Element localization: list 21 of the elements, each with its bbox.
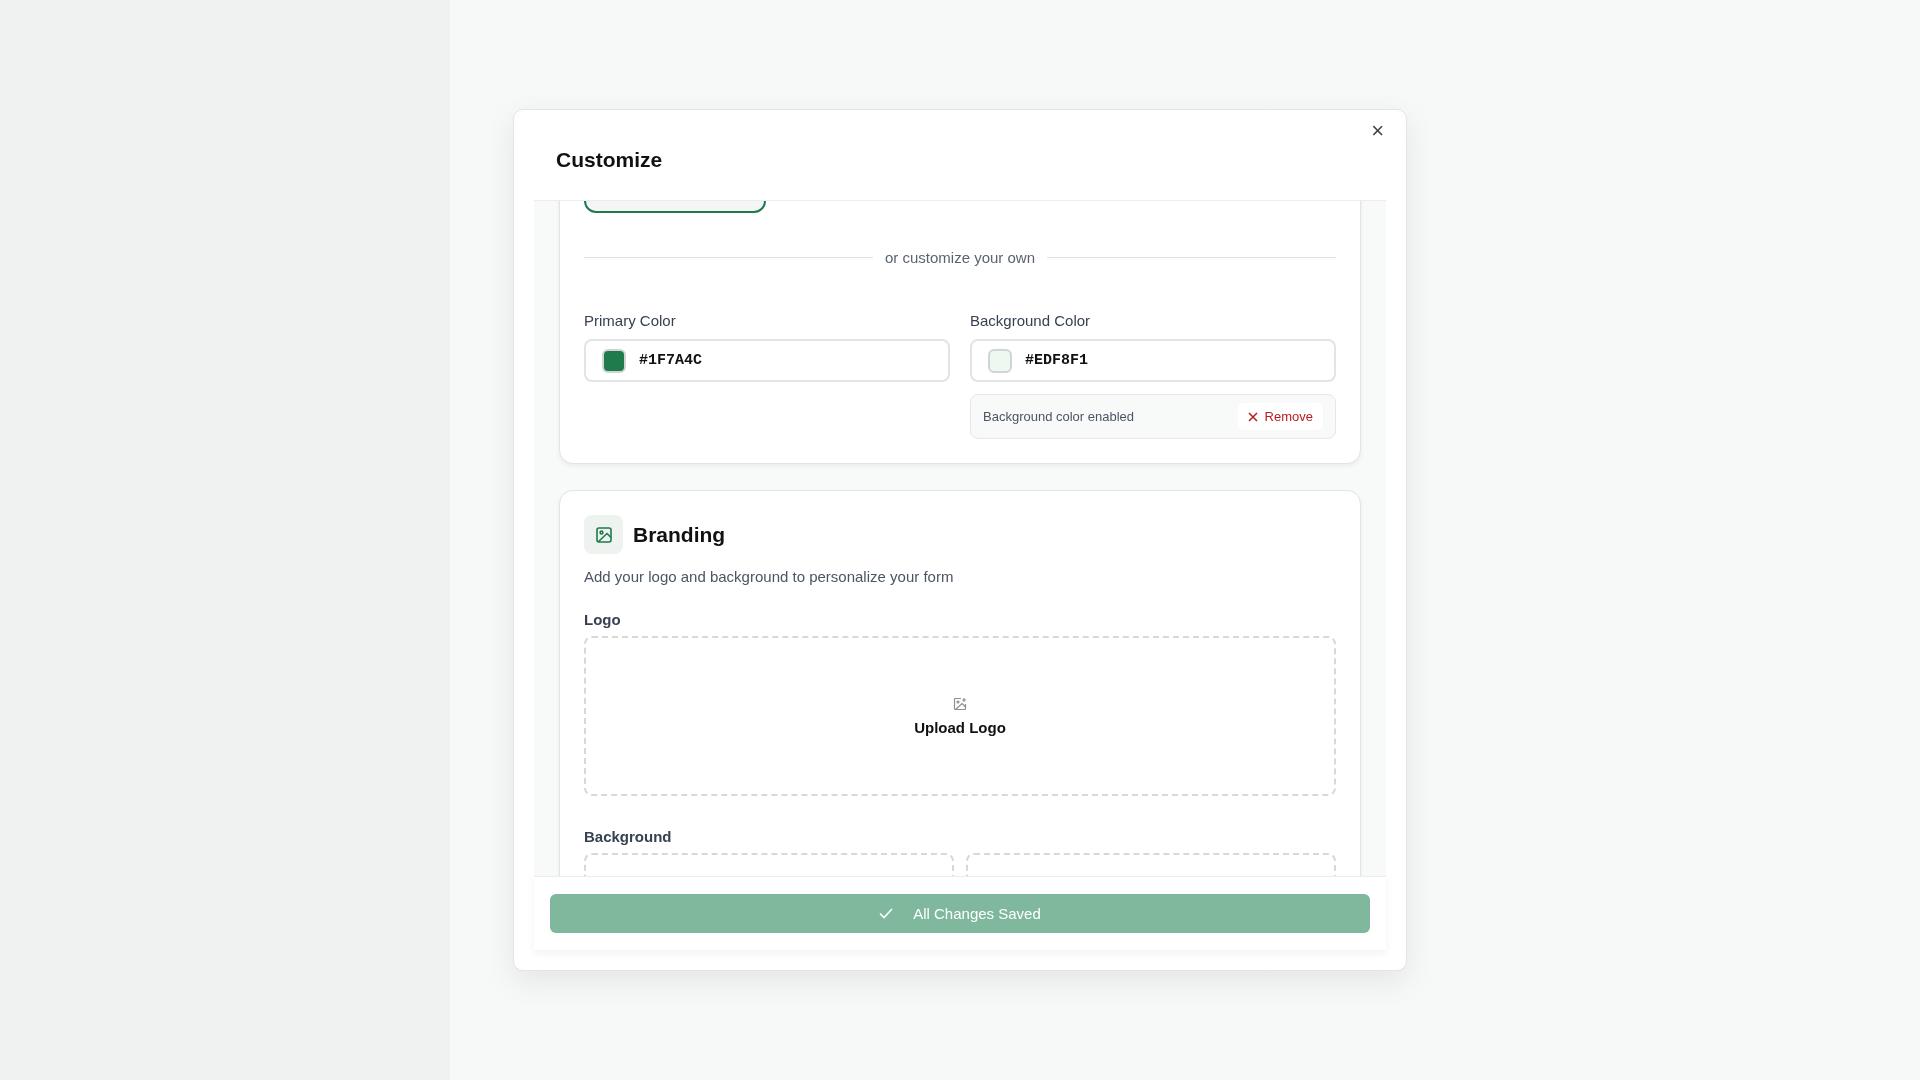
- status-text: Background color enabled: [983, 409, 1135, 424]
- color-input[interactable]: #1F7A4C: [584, 339, 950, 382]
- x-icon: [1247, 411, 1258, 422]
- background-label: Background: [584, 828, 673, 845]
- close-button[interactable]: ×: [1363, 114, 1392, 148]
- color-swatch[interactable]: [988, 348, 1012, 373]
- image-icon: [584, 515, 623, 554]
- remove-button[interactable]: Remove: [1237, 403, 1323, 430]
- logo-dropzone[interactable]: Upload Logo: [584, 636, 1336, 796]
- color-swatch[interactable]: [602, 348, 626, 373]
- color-label: Primary Color: [584, 312, 677, 329]
- color-label: Background Color: [970, 312, 1092, 329]
- upload-label: Upload Logo: [914, 718, 1006, 736]
- color-input[interactable]: #EDF8F1: [970, 339, 1336, 382]
- check-icon: [879, 908, 894, 919]
- section-title: Branding: [633, 522, 726, 547]
- divider-text: or customize your own: [884, 249, 1036, 266]
- section-description: Add your logo and background to personalize your form: [584, 568, 955, 585]
- logo-label: Logo: [584, 611, 622, 628]
- image-add-icon: [953, 696, 967, 711]
- dialog-title: Customize: [556, 148, 663, 172]
